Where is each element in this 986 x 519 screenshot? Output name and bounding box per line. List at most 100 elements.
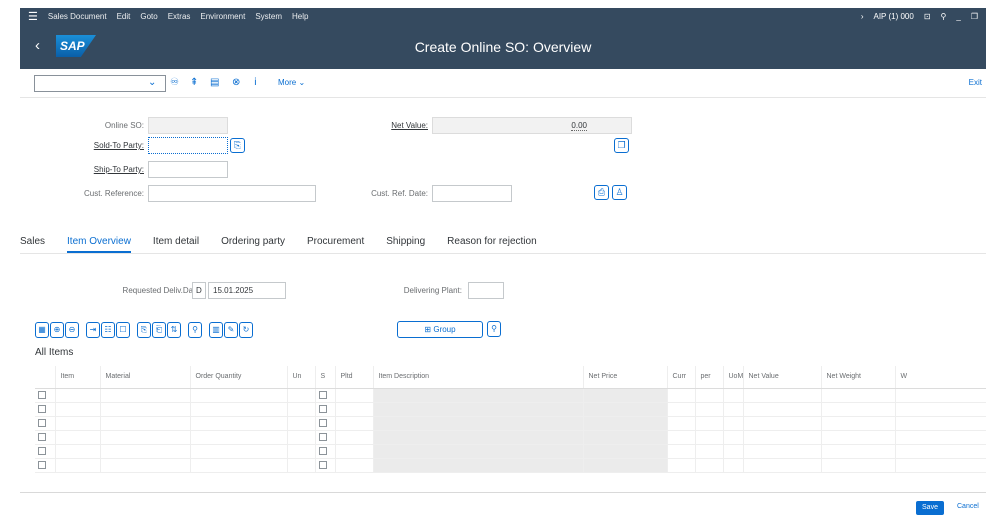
column-un[interactable]: Un xyxy=(287,366,316,389)
footer-bar: Save Cancel xyxy=(20,492,986,519)
pricing-icon[interactable]: ✎ xyxy=(224,322,238,338)
header-icon[interactable]: ⇞ xyxy=(190,77,198,88)
sold-to-party-label[interactable]: Sold-To Party: xyxy=(50,141,144,150)
sold-to-party-input[interactable] xyxy=(148,137,228,154)
more-menu[interactable]: More ⌄ xyxy=(278,78,305,87)
command-field[interactable] xyxy=(34,75,166,92)
page-title: Create Online SO: Overview xyxy=(414,39,592,55)
row-select-checkbox[interactable] xyxy=(38,419,46,427)
application-toolbar: ⌄ ♾ ⇞ ▤ ⊗ ⅰ More ⌄ Exit xyxy=(20,69,986,98)
status-checkbox[interactable] xyxy=(318,419,327,427)
search-items-icon[interactable]: ⚲ xyxy=(487,321,501,337)
table-row[interactable] xyxy=(35,402,986,417)
status-checkbox[interactable] xyxy=(318,405,327,413)
row-select-checkbox[interactable] xyxy=(38,447,46,455)
delete-row-icon[interactable]: ⊖ xyxy=(65,322,79,338)
group-button[interactable]: ⊞ Group xyxy=(397,321,483,338)
dropdown-icon[interactable]: ⌄ xyxy=(148,77,156,88)
req-deliv-date-type-input[interactable]: D xyxy=(192,282,206,299)
layout-icon[interactable]: ⊡ xyxy=(924,12,931,21)
column-s[interactable]: S xyxy=(315,366,336,389)
net-value-label[interactable]: Net Value: xyxy=(340,121,428,130)
status-checkbox[interactable] xyxy=(318,391,327,399)
tab-sales[interactable]: Sales xyxy=(20,232,45,253)
copy-icon[interactable]: ⎘ xyxy=(137,322,151,338)
find-icon[interactable]: ⚲ xyxy=(188,322,202,338)
column-pltd[interactable]: Pltd xyxy=(335,366,374,389)
cust-ref-date-input[interactable] xyxy=(432,185,512,202)
menu-goto[interactable]: Goto xyxy=(140,12,157,21)
column-net-price[interactable]: Net Price xyxy=(583,366,668,389)
online-so-label: Online SO: xyxy=(104,121,144,130)
refresh-icon[interactable]: ↻ xyxy=(239,322,253,338)
select-all-icon[interactable]: ⇥ xyxy=(86,322,100,338)
info-icon[interactable]: ⅰ xyxy=(254,77,257,88)
net-value-field: 0.00 xyxy=(432,117,632,134)
column-order-quantity[interactable]: Order Quantity xyxy=(190,366,288,389)
tab-reason-for-rejection[interactable]: Reason for rejection xyxy=(447,232,537,253)
table-row[interactable] xyxy=(35,430,986,445)
status-checkbox[interactable] xyxy=(318,461,327,469)
status-checkbox[interactable] xyxy=(318,433,327,441)
ship-to-party-input[interactable] xyxy=(148,161,228,178)
row-select-checkbox[interactable] xyxy=(38,461,46,469)
menu-system[interactable]: System xyxy=(255,12,282,21)
row-select-checkbox[interactable] xyxy=(38,391,46,399)
sold-to-party-search-icon[interactable]: ⎘ xyxy=(230,138,245,153)
paste-icon[interactable]: ⎗ xyxy=(152,322,166,338)
deselect-all-icon[interactable]: ☐ xyxy=(116,322,130,338)
document-flow-icon[interactable]: ⎙ xyxy=(594,185,609,200)
menu-environment[interactable]: Environment xyxy=(200,12,245,21)
table-row[interactable] xyxy=(35,388,986,403)
details-icon[interactable]: ▦ xyxy=(35,322,49,338)
column-w[interactable]: W xyxy=(895,366,986,389)
pin-icon[interactable]: ⚲ xyxy=(941,12,947,21)
save-button[interactable]: Save xyxy=(916,501,944,515)
minimize-icon[interactable]: _ xyxy=(956,12,960,21)
table-row[interactable] xyxy=(35,458,986,473)
sort-icon[interactable]: ⇅ xyxy=(167,322,181,338)
net-value-detail-icon[interactable]: ❐ xyxy=(614,138,629,153)
column-item-description[interactable]: Item Description xyxy=(373,366,584,389)
column-net-weight[interactable]: Net Weight xyxy=(821,366,896,389)
select-block-icon[interactable]: ☷ xyxy=(101,322,115,338)
status-checkbox[interactable] xyxy=(318,447,327,455)
cust-reference-input[interactable] xyxy=(148,185,316,202)
menu-edit[interactable]: Edit xyxy=(117,12,131,21)
tab-procurement[interactable]: Procurement xyxy=(307,232,364,253)
tab-item-detail[interactable]: Item detail xyxy=(153,232,199,253)
req-deliv-date-input[interactable]: 15.01.2025 xyxy=(208,282,286,299)
cust-ref-date-label: Cust. Ref. Date: xyxy=(371,189,428,198)
items-table: Item Material Order Quantity Un S Pltd I… xyxy=(35,366,986,473)
column-curr[interactable]: Curr xyxy=(667,366,696,389)
chevron-right-icon[interactable]: › xyxy=(861,12,864,21)
layout-config-icon[interactable]: ▥ xyxy=(209,322,223,338)
tab-ordering-party[interactable]: Ordering party xyxy=(221,232,285,253)
hamburger-menu-icon[interactable]: ☰ xyxy=(28,10,38,23)
ship-to-party-label[interactable]: Ship-To Party: xyxy=(50,165,144,174)
table-row[interactable] xyxy=(35,444,986,459)
delete-icon[interactable]: ⊗ xyxy=(232,77,240,88)
column-material[interactable]: Material xyxy=(100,366,191,389)
column-uom[interactable]: UoM xyxy=(723,366,744,389)
column-per[interactable]: per xyxy=(695,366,724,389)
row-select-checkbox[interactable] xyxy=(38,405,46,413)
row-select-checkbox[interactable] xyxy=(38,433,46,441)
menu-help[interactable]: Help xyxy=(292,12,308,21)
document-icon[interactable]: ▤ xyxy=(210,77,219,88)
tab-item-overview[interactable]: Item Overview xyxy=(67,232,131,253)
column-item[interactable]: Item xyxy=(55,366,101,389)
column-net-value[interactable]: Net Value xyxy=(743,366,822,389)
partner-icon[interactable]: ♙ xyxy=(612,185,627,200)
display-icon[interactable]: ♾ xyxy=(170,77,179,88)
exit-button[interactable]: Exit xyxy=(969,78,982,87)
cancel-button[interactable]: Cancel xyxy=(957,503,979,510)
menu-sales-document[interactable]: Sales Document xyxy=(48,12,107,21)
delivering-plant-input[interactable] xyxy=(468,282,504,299)
menu-extras[interactable]: Extras xyxy=(168,12,191,21)
table-row[interactable] xyxy=(35,416,986,431)
all-items-label: All Items xyxy=(35,347,74,358)
insert-row-icon[interactable]: ⊕ xyxy=(50,322,64,338)
tab-shipping[interactable]: Shipping xyxy=(386,232,425,253)
maximize-icon[interactable]: ❐ xyxy=(971,12,978,21)
